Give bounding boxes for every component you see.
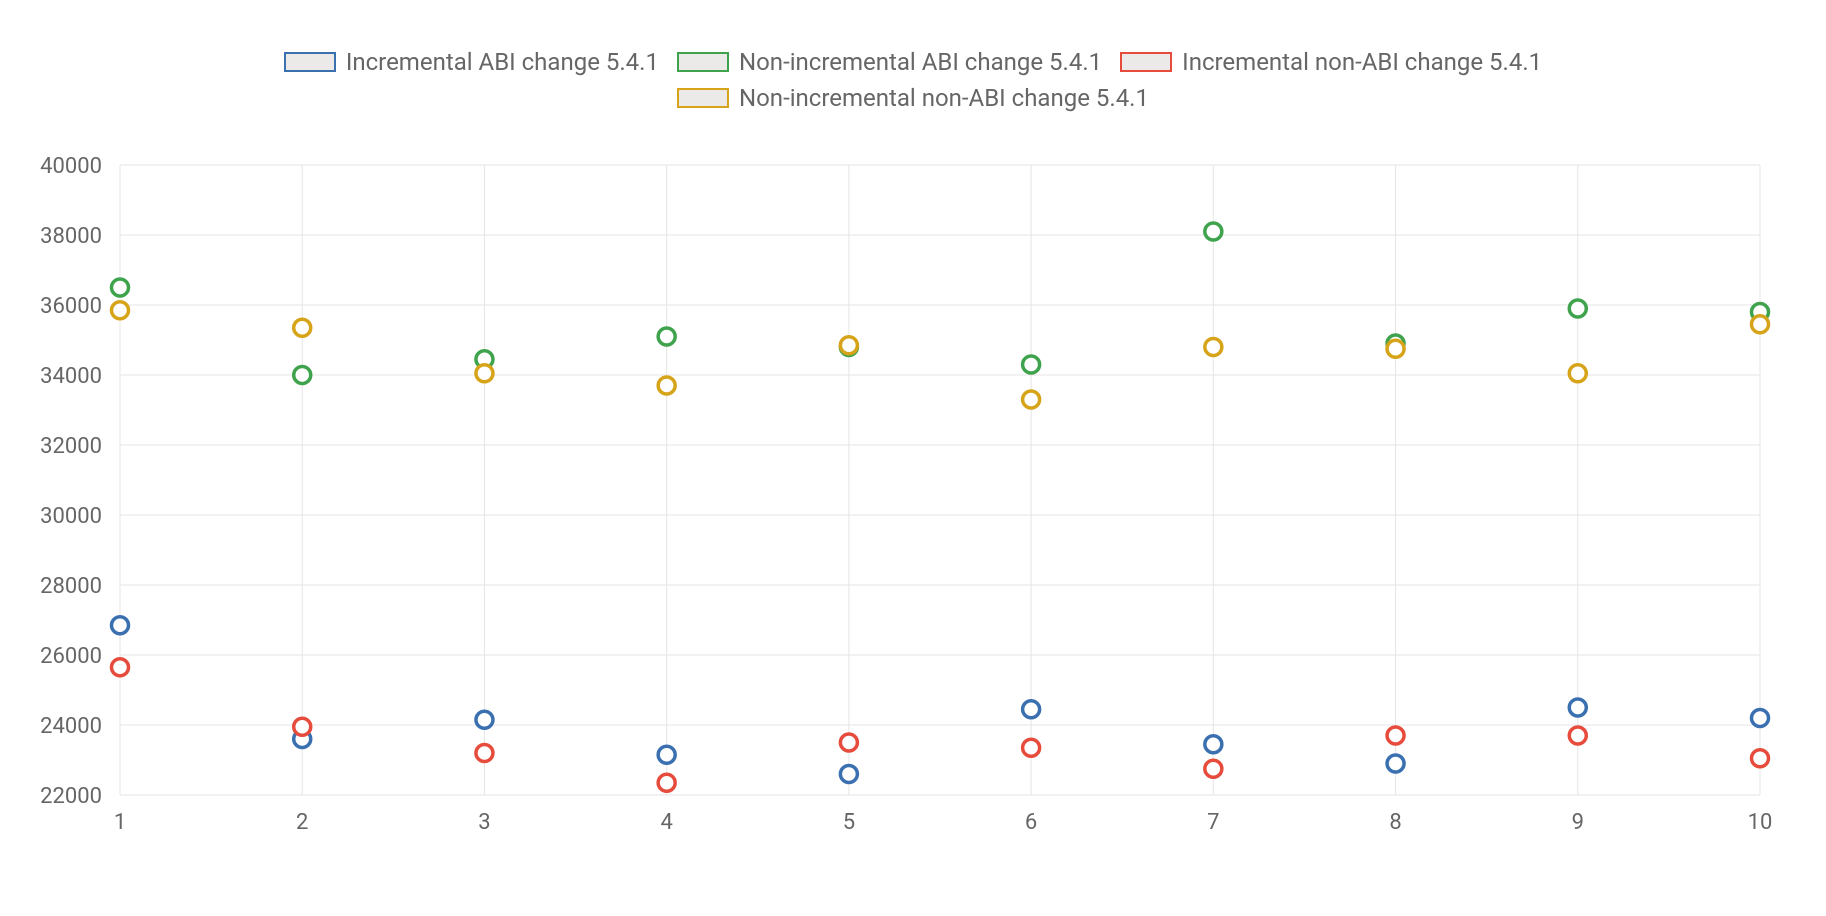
data-point[interactable] (840, 337, 857, 354)
data-point[interactable] (112, 279, 129, 296)
x-tick: 6 (1025, 810, 1037, 835)
data-point[interactable] (1205, 223, 1222, 240)
svg-text:4: 4 (660, 810, 672, 835)
data-point[interactable] (1023, 391, 1040, 408)
data-point[interactable] (840, 766, 857, 783)
y-tick: 28000 (40, 574, 102, 599)
svg-text:8: 8 (1389, 810, 1401, 835)
data-point[interactable] (1205, 736, 1222, 753)
data-point[interactable] (294, 718, 311, 735)
svg-text:28000: 28000 (40, 574, 102, 599)
x-tick: 10 (1748, 810, 1773, 835)
data-point[interactable] (1569, 300, 1586, 317)
data-point[interactable] (1023, 739, 1040, 756)
svg-text:24000: 24000 (40, 714, 102, 739)
data-point[interactable] (1387, 755, 1404, 772)
data-point[interactable] (1569, 365, 1586, 382)
svg-text:40000: 40000 (40, 154, 102, 179)
legend-label-0: Incremental ABI change 5.4.1 (346, 48, 659, 76)
legend-swatch-3 (677, 88, 729, 108)
x-tick: 2 (296, 810, 308, 835)
data-point[interactable] (476, 711, 493, 728)
svg-text:26000: 26000 (40, 644, 102, 669)
data-point[interactable] (1569, 727, 1586, 744)
legend-item-0[interactable]: Incremental ABI change 5.4.1 (284, 48, 659, 76)
data-point[interactable] (840, 734, 857, 751)
y-tick: 22000 (40, 784, 102, 809)
x-tick: 5 (843, 810, 855, 835)
x-tick: 8 (1389, 810, 1401, 835)
data-point[interactable] (112, 302, 129, 319)
svg-text:22000: 22000 (40, 784, 102, 809)
legend-label-1: Non-incremental ABI change 5.4.1 (739, 48, 1102, 76)
legend-swatch-2 (1120, 52, 1172, 72)
data-point[interactable] (294, 319, 311, 336)
svg-text:30000: 30000 (40, 504, 102, 529)
svg-text:2: 2 (296, 810, 308, 835)
x-tick: 3 (478, 810, 490, 835)
svg-text:3: 3 (478, 810, 490, 835)
grid (120, 165, 1760, 795)
data-point[interactable] (658, 774, 675, 791)
data-point[interactable] (658, 328, 675, 345)
y-tick: 34000 (40, 364, 102, 389)
data-point[interactable] (112, 659, 129, 676)
svg-text:7: 7 (1207, 810, 1219, 835)
x-tick: 1 (114, 810, 126, 835)
data-point[interactable] (1569, 699, 1586, 716)
data-point[interactable] (294, 367, 311, 384)
data-point[interactable] (1752, 710, 1769, 727)
data-point[interactable] (1205, 339, 1222, 356)
legend-row-2: Non-incremental non-ABI change 5.4.1 (0, 84, 1826, 112)
svg-text:10: 10 (1748, 810, 1773, 835)
x-tick: 7 (1207, 810, 1219, 835)
data-point[interactable] (658, 377, 675, 394)
data-point[interactable] (1752, 316, 1769, 333)
series-points (112, 223, 1769, 791)
y-tick: 26000 (40, 644, 102, 669)
y-tick: 32000 (40, 434, 102, 459)
legend: Incremental ABI change 5.4.1 Non-increme… (0, 48, 1826, 112)
svg-text:32000: 32000 (40, 434, 102, 459)
data-point[interactable] (1752, 750, 1769, 767)
legend-item-2[interactable]: Incremental non-ABI change 5.4.1 (1120, 48, 1542, 76)
plot-area: 2200024000260002800030000320003400036000… (120, 165, 1760, 835)
chart-container: Incremental ABI change 5.4.1 Non-increme… (0, 0, 1826, 916)
y-tick: 24000 (40, 714, 102, 739)
plot-svg: 2200024000260002800030000320003400036000… (120, 165, 1760, 835)
x-tick: 4 (660, 810, 672, 835)
svg-text:9: 9 (1572, 810, 1584, 835)
x-tick: 9 (1572, 810, 1584, 835)
svg-text:1: 1 (114, 810, 126, 835)
data-point[interactable] (476, 745, 493, 762)
data-point[interactable] (112, 617, 129, 634)
svg-text:34000: 34000 (40, 364, 102, 389)
svg-text:36000: 36000 (40, 294, 102, 319)
data-point[interactable] (1023, 356, 1040, 373)
svg-text:5: 5 (843, 810, 855, 835)
y-tick: 40000 (40, 154, 102, 179)
legend-item-3[interactable]: Non-incremental non-ABI change 5.4.1 (677, 84, 1149, 112)
y-tick: 36000 (40, 294, 102, 319)
svg-text:38000: 38000 (40, 224, 102, 249)
data-point[interactable] (476, 365, 493, 382)
data-point[interactable] (1205, 760, 1222, 777)
y-tick: 38000 (40, 224, 102, 249)
legend-label-2: Incremental non-ABI change 5.4.1 (1182, 48, 1542, 76)
svg-text:6: 6 (1025, 810, 1037, 835)
legend-swatch-0 (284, 52, 336, 72)
legend-row-1: Incremental ABI change 5.4.1 Non-increme… (0, 48, 1826, 76)
legend-swatch-1 (677, 52, 729, 72)
y-tick: 30000 (40, 504, 102, 529)
data-point[interactable] (1387, 340, 1404, 357)
legend-label-3: Non-incremental non-ABI change 5.4.1 (739, 84, 1149, 112)
data-point[interactable] (658, 746, 675, 763)
data-point[interactable] (1387, 727, 1404, 744)
legend-item-1[interactable]: Non-incremental ABI change 5.4.1 (677, 48, 1102, 76)
data-point[interactable] (1023, 701, 1040, 718)
